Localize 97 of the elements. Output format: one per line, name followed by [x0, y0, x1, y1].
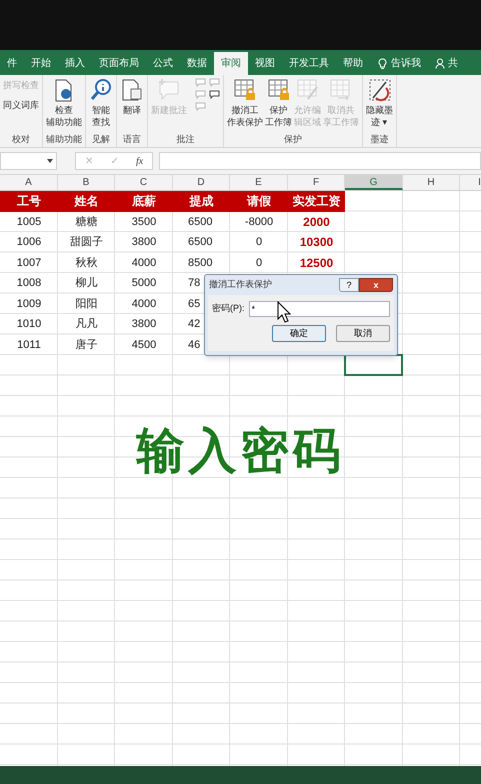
header-cell: 工号 [0, 191, 58, 212]
column-header[interactable]: B [58, 175, 115, 190]
mouse-pointer-icon [277, 301, 291, 323]
table-cell: 糖糖 [76, 216, 98, 228]
table-cell: 4000 [132, 298, 156, 310]
lock-grid-icon [233, 78, 257, 102]
table-cell: 6500 [188, 236, 212, 248]
table-cell: 3500 [132, 216, 156, 228]
table-cell: -8000 [244, 216, 274, 228]
table-cell: 12500 [300, 256, 334, 270]
table-cell: 10300 [300, 235, 334, 249]
document-icon [120, 78, 144, 102]
table-cell: 46 [188, 338, 200, 350]
function-button[interactable]: fx [136, 154, 144, 168]
table-cell: 1006 [16, 236, 42, 248]
password-field[interactable]: * [248, 301, 390, 317]
table-cell: 3800 [132, 318, 156, 330]
header-cell: 底薪 [115, 191, 173, 212]
ribbon-button[interactable]: 智能 查找 [89, 78, 113, 128]
field-label: 密码(P): [212, 302, 244, 316]
table-cell: 凡凡 [76, 318, 98, 330]
header-cell: 实发工资 [288, 191, 345, 212]
ribbon-tab[interactable]: 数据 [180, 52, 214, 75]
ribbon-tab[interactable]: 页面布局 [92, 52, 146, 75]
cancel-button[interactable]: 取消 [336, 325, 390, 342]
ribbon-tab[interactable]: 开发工具 [282, 52, 336, 75]
table-cell: 8500 [188, 256, 212, 268]
ok-button[interactable]: 确定 [272, 325, 326, 342]
table-cell: 1010 [16, 318, 42, 330]
table-cell: 阳阳 [76, 298, 98, 310]
table-cell: 1007 [16, 256, 42, 268]
overlay-caption: 输入密码 [134, 422, 346, 481]
ribbon-tab[interactable]: 开始 [24, 52, 58, 75]
group-label: 墨迹 [370, 133, 388, 146]
group-label: 辅助功能 [46, 133, 82, 146]
table-cell: 4500 [132, 338, 156, 350]
column-header[interactable]: A [0, 175, 58, 190]
ribbon-button[interactable]: 撤消工 作表保护 [227, 78, 263, 128]
group-label: 保护 [284, 133, 302, 146]
table-cell: 78 [188, 277, 200, 289]
ribbon-button[interactable]: 保护 工作簿 [265, 78, 292, 128]
dropdown-icon [47, 159, 53, 163]
search-icon [89, 78, 113, 102]
ribbon-tab[interactable]: 件 [0, 52, 24, 75]
header-cell: 提成 [173, 191, 230, 212]
tell-me-button[interactable]: 告诉我 [370, 52, 421, 75]
group-label: 批注 [176, 133, 194, 146]
table-cell: 1009 [16, 298, 42, 310]
header-cell: 请假 [230, 191, 288, 212]
group-label: 校对 [12, 133, 30, 146]
person-icon [435, 58, 446, 69]
comment-icon[interactable] [209, 90, 220, 99]
column-header[interactable]: E [230, 175, 288, 190]
table-cell: 柳儿 [76, 277, 98, 289]
pencil-grid-icon [296, 78, 320, 102]
table-cell: 42 [188, 318, 200, 330]
ribbon-button[interactable]: 翻译 [120, 78, 144, 116]
ribbon-tab[interactable]: 审阅 [214, 52, 248, 75]
ribbon-tab[interactable]: 帮助 [336, 52, 370, 75]
table-cell: 秋秋 [76, 256, 98, 268]
table-cell: 65 [188, 298, 200, 310]
column-header[interactable]: C [115, 175, 173, 190]
formula-field[interactable] [159, 152, 481, 170]
column-header[interactable]: D [173, 175, 230, 190]
table-cell: 甜圆子 [70, 236, 103, 248]
ribbon-button[interactable]: 检查 辅助功能 [46, 78, 82, 128]
name-box[interactable] [0, 152, 57, 170]
header-cell: 姓名 [58, 191, 115, 212]
comment-icon [157, 78, 181, 102]
table-cell: 3800 [132, 236, 156, 248]
share-button[interactable]: 共 [421, 52, 458, 75]
ribbon-tab[interactable]: 插入 [58, 52, 92, 75]
table-cell: 0 [256, 256, 262, 268]
table-cell: 5000 [132, 277, 156, 289]
group-label: 语言 [123, 133, 141, 146]
table-cell: 4000 [132, 256, 156, 268]
lightbulb-icon [378, 58, 387, 70]
table-cell: 1005 [16, 216, 42, 228]
column-header[interactable]: I [460, 175, 481, 190]
dialog-title: 撤消工作表保护 [209, 278, 273, 292]
group-label: 见解 [92, 133, 110, 146]
ribbon-button[interactable]: 隐藏墨 迹 ▾ [366, 78, 393, 128]
table-cell: 2000 [303, 214, 330, 228]
table-cell: 6500 [188, 216, 212, 228]
column-header[interactable]: G [345, 175, 403, 190]
table-cell: 0 [256, 236, 262, 248]
table-cell: 1011 [17, 338, 41, 350]
ribbon-button[interactable]: 同义词库 [3, 99, 39, 111]
table-cell: 唐子 [76, 338, 98, 350]
column-header[interactable]: H [403, 175, 460, 190]
ribbon-tab[interactable]: 公式 [146, 52, 180, 75]
close-button[interactable]: x [359, 278, 393, 292]
table-cell: 1008 [16, 277, 42, 289]
help-button[interactable]: ? [339, 278, 359, 292]
lock-grid-icon [266, 78, 290, 102]
pen-icon [368, 78, 392, 102]
ribbon-tab[interactable]: 视图 [248, 52, 282, 75]
